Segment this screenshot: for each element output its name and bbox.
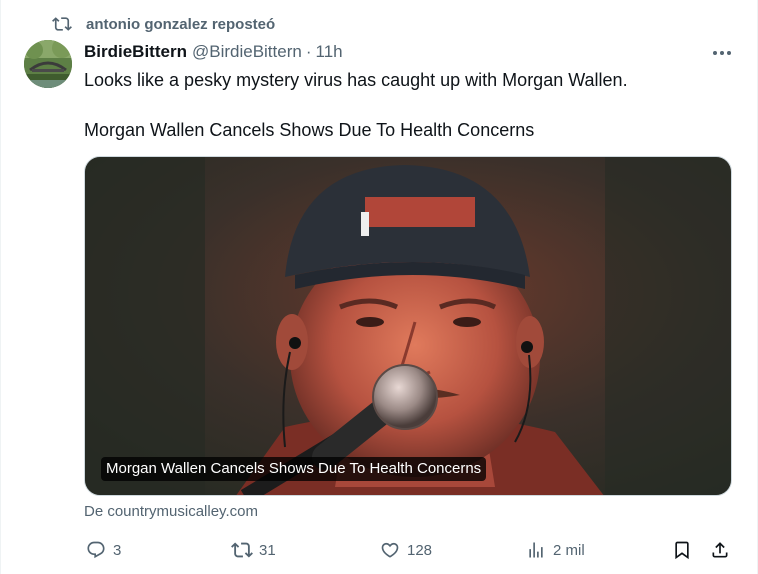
analytics-icon [524,538,548,562]
tweet-text-line-1: Looks like a pesky mystery virus has cau… [84,70,628,90]
repost-icon [52,14,72,34]
action-bar: 3 31 128 2 mil [84,536,738,564]
repost-button[interactable]: 31 [230,536,276,564]
avatar[interactable] [24,40,72,88]
tweet-timestamp[interactable]: 11h [316,42,343,62]
media-card[interactable]: Morgan Wallen Cancels Shows Due To Healt… [84,156,732,496]
media-image [85,157,731,495]
more-options-button[interactable] [710,42,734,62]
repost-icon [230,538,254,562]
repost-banner-text[interactable]: antonio gonzalez reposteó [86,16,275,33]
bookmark-icon [670,538,694,562]
like-button[interactable]: 128 [378,536,432,564]
tweet-text-line-2: Morgan Wallen Cancels Shows Due To Healt… [84,120,535,140]
repost-count: 31 [259,541,276,559]
tweet-card[interactable]: antonio gonzalez reposteó BirdieBittern … [0,0,758,574]
reply-button[interactable]: 3 [84,536,121,564]
heart-icon [378,538,402,562]
author-handle[interactable]: @BirdieBittern [192,42,302,62]
views-button[interactable]: 2 mil [524,536,585,564]
tweet-header: BirdieBittern @BirdieBittern · 11h [84,40,343,64]
reply-count: 3 [113,541,122,559]
views-count: 2 mil [553,541,585,559]
author-display-name[interactable]: BirdieBittern [84,42,187,62]
link-source[interactable]: De countrymusicalley.com [84,503,258,520]
like-count: 128 [407,541,433,559]
share-icon [708,538,732,562]
reply-icon [84,538,108,562]
media-caption: Morgan Wallen Cancels Shows Due To Healt… [101,457,487,481]
share-button[interactable] [708,536,737,564]
repost-banner[interactable]: antonio gonzalez reposteó [52,12,275,36]
bookmark-button[interactable] [670,536,699,564]
header-separator: · [305,42,312,61]
more-icon [712,43,732,61]
